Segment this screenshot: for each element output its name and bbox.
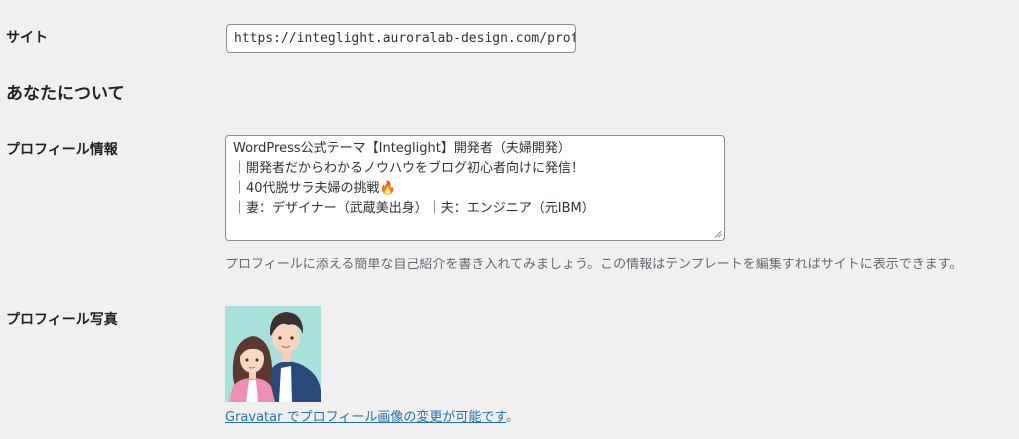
bio-textarea[interactable]: WordPress公式テーマ【Integlight】開発者（夫婦開発） ｜開発者…: [225, 135, 725, 241]
profile-avatar: [225, 306, 321, 402]
about-heading: あなたについて: [6, 84, 125, 104]
bio-line: WordPress公式テーマ【Integlight】開発者（夫婦開発）: [233, 141, 571, 156]
gravatar-link[interactable]: Gravatar でプロフィール画像の変更が可能です: [225, 410, 506, 425]
bio-description: プロフィールに添える簡単な自己紹介を書き入れてみましょう。この情報はテンプレート…: [225, 258, 963, 271]
gravatar-suffix: 。: [506, 410, 520, 425]
bio-line: ｜開発者だからわかるノウハウをブログ初心者向けに発信！: [233, 161, 585, 176]
gravatar-note: Gravatar でプロフィール画像の変更が可能です。: [225, 411, 519, 424]
photo-label: プロフィール写真: [6, 312, 118, 328]
bio-label: プロフィール情報: [6, 142, 118, 158]
site-url-input[interactable]: https://integlight.auroralab-design.com/…: [226, 24, 576, 53]
bio-line: ｜40代脱サラ夫婦の挑戦🔥: [233, 181, 396, 196]
resize-handle-icon[interactable]: [714, 230, 722, 238]
bio-line: ｜妻：デザイナー（武蔵美出身）｜夫：エンジニア（元IBM）: [233, 201, 595, 216]
site-label: サイト: [6, 30, 48, 46]
couple-avatar-illustration: [225, 306, 321, 402]
